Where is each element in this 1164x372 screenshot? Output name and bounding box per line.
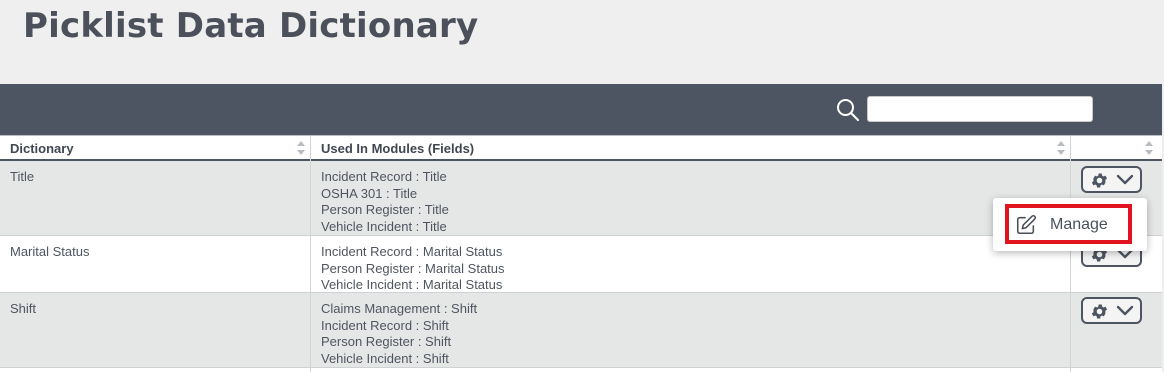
module-field: Person Register : Title [321,202,449,218]
module-field: Incident Record : Marital Status [321,244,503,259]
manage-menu-item[interactable]: Manage [1005,204,1132,244]
modules-cell: Incident Record : Title OSHA 301 : Title… [321,169,449,236]
module-field: Person Register : Marital Status [321,260,505,276]
gear-icon [1091,173,1108,188]
module-field: Incident Record : Shift [321,317,449,333]
manage-label: Manage [1050,216,1108,233]
table-row[interactable]: Marital Status Incident Record : Marital… [0,236,1162,293]
gear-icon [1091,304,1108,319]
sort-icon[interactable] [297,141,305,155]
row-actions-button[interactable] [1081,166,1142,193]
module-field: Claims Management : Shift [321,301,478,316]
column-header-actions[interactable] [1071,136,1162,161]
sort-icon[interactable] [1057,141,1065,155]
dictionary-cell: Marital Status [10,244,90,259]
search-icon[interactable] [835,97,861,123]
edit-icon [1016,215,1036,235]
module-field: Person Register : Shift [321,334,452,350]
grid-toolbar [0,84,1162,135]
chevron-down-icon [1116,174,1134,185]
module-field: Vehicle Incident : Shift [321,351,449,367]
column-header-dictionary[interactable]: Dictionary [0,136,311,161]
table-row[interactable]: Title Incident Record : Title OSHA 301 :… [0,161,1162,236]
table-row[interactable]: Shift Claims Management : Shift Incident… [0,293,1162,368]
module-field: Vehicle Incident : Title [321,219,447,235]
module-field: OSHA 301 : Title [321,185,418,201]
modules-cell: Incident Record : Marital Status Person … [321,244,505,294]
row-actions-button[interactable] [1081,297,1142,324]
column-divider [310,136,311,372]
dictionary-cell: Title [10,169,35,184]
column-divider [1070,136,1071,372]
page-title: Picklist Data Dictionary [23,6,479,46]
dictionary-table: Dictionary Used In Modules (Fields) Titl… [0,135,1162,372]
column-header-modules[interactable]: Used In Modules (Fields) [311,136,1071,161]
chevron-down-icon [1116,305,1134,316]
row-actions-dropdown: Manage [993,198,1147,251]
dictionary-cell: Shift [10,301,37,316]
module-field: Incident Record : Title [321,169,447,184]
modules-cell: Claims Management : Shift Incident Recor… [321,301,477,368]
sort-icon[interactable] [1145,141,1153,155]
column-header-label: Used In Modules (Fields) [321,141,475,156]
search-input[interactable] [867,96,1093,122]
module-field: Vehicle Incident : Marital Status [321,277,503,293]
column-header-label: Dictionary [10,141,74,156]
